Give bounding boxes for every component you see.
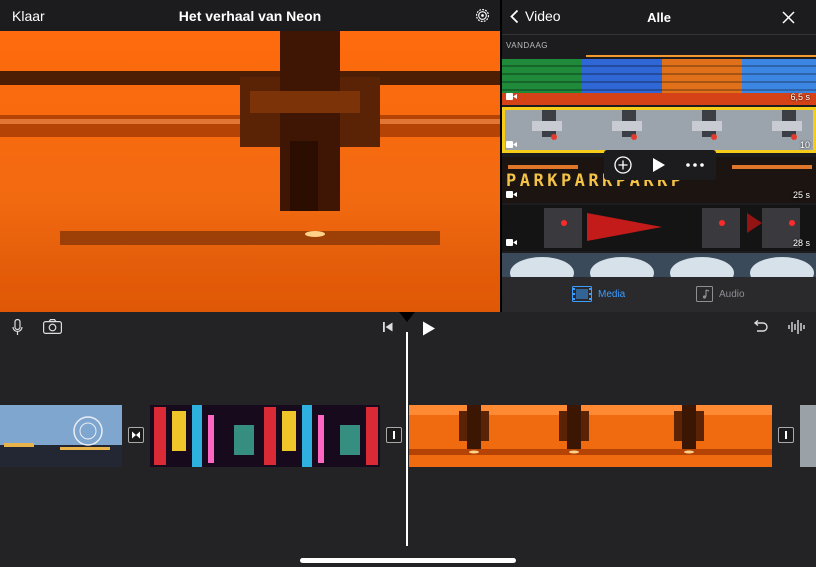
video-camera-icon — [506, 191, 517, 198]
transition-marker[interactable] — [778, 427, 794, 443]
media-clip[interactable]: 28 s — [502, 205, 816, 251]
clip-duration: 6,5 s — [790, 92, 810, 102]
clip-duration: 10 — [799, 140, 810, 150]
video-camera-icon — [506, 239, 517, 246]
home-indicator[interactable] — [300, 558, 516, 563]
browser-tabbar: Media Audio — [502, 277, 816, 312]
transition-marker[interactable] — [128, 427, 144, 443]
undo-icon[interactable] — [752, 320, 768, 334]
clip-duration: 28 s — [792, 238, 810, 248]
cut-transition-icon — [393, 431, 395, 439]
more-icon[interactable] — [686, 163, 704, 167]
cut-transition-icon — [785, 431, 787, 439]
timeline-clip-3d-printer[interactable] — [409, 405, 772, 467]
clip-thumbnail — [800, 405, 816, 467]
play-icon[interactable] — [422, 321, 436, 336]
tab-media-label: Media — [598, 288, 626, 300]
music-note-icon — [696, 286, 713, 302]
play-icon[interactable] — [652, 157, 666, 173]
film-strip-icon — [572, 286, 592, 302]
viewer-toolbar: Klaar Het verhaal van Neon — [0, 0, 500, 31]
microphone-icon[interactable] — [12, 319, 23, 336]
browser-title: Alle — [647, 10, 671, 25]
clip-thumbnail — [0, 405, 122, 467]
media-clip[interactable]: 6,5 s — [502, 59, 816, 105]
clip-duration: 25 s — [792, 190, 810, 200]
project-title: Het verhaal van Neon — [178, 8, 322, 24]
media-clip[interactable] — [502, 253, 816, 277]
media-browser-header: Video Alle — [502, 0, 816, 35]
playhead-notch — [399, 312, 415, 322]
media-clip-selected[interactable]: 10 — [502, 107, 816, 153]
timeline-clip-ferris-wheel[interactable] — [0, 405, 122, 467]
clip-thumbnail — [409, 405, 772, 467]
video-camera-icon — [506, 141, 517, 148]
clip-thumbnail — [502, 107, 816, 153]
clip-thumbnail — [502, 253, 816, 277]
timeline-clip-next[interactable] — [800, 405, 816, 467]
tab-audio[interactable]: Audio — [696, 286, 745, 302]
clip-thumbnail — [502, 59, 816, 105]
bowtie-transition-icon — [132, 431, 140, 439]
timeline[interactable] — [0, 312, 816, 567]
add-plus-icon[interactable] — [614, 156, 632, 174]
close-icon[interactable] — [782, 11, 795, 24]
viewer: Klaar Het verhaal van Neon — [0, 0, 500, 312]
clip-action-popup — [604, 150, 716, 180]
section-divider — [586, 55, 816, 57]
transition-marker[interactable] — [386, 427, 402, 443]
playhead[interactable] — [406, 332, 408, 546]
tab-audio-label: Audio — [719, 288, 745, 300]
camera-icon[interactable] — [43, 319, 62, 334]
skip-to-start-icon[interactable] — [383, 322, 393, 332]
gear-icon[interactable] — [474, 7, 491, 24]
audio-waveform-icon[interactable] — [788, 319, 806, 335]
video-camera-icon — [506, 93, 517, 100]
section-label: VANDAAG — [506, 41, 549, 50]
tab-media[interactable]: Media — [572, 286, 625, 302]
clip-thumbnail — [502, 205, 816, 251]
timeline-clip-neon-signs[interactable] — [150, 405, 380, 467]
video-preview[interactable] — [0, 31, 500, 312]
media-browser: Video Alle VANDAAG 6,5 s 10 PARKPARKPARK… — [502, 0, 816, 312]
preview-frame — [0, 31, 500, 312]
clip-thumbnail — [150, 405, 380, 467]
